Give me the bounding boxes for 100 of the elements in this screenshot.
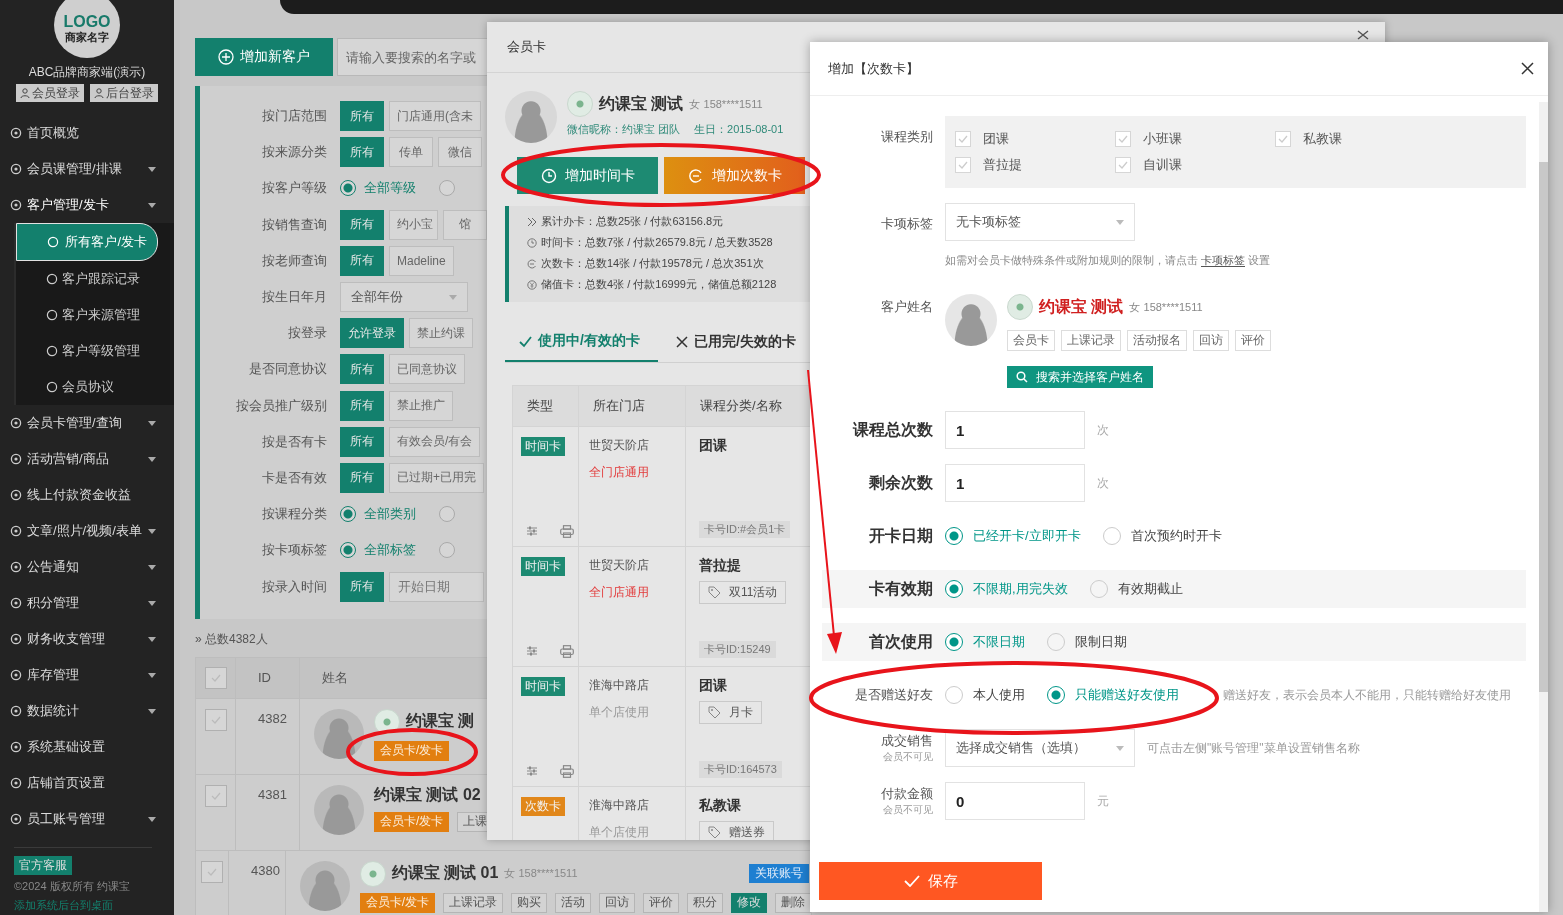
desktop-link[interactable]: 添加系统后台到桌面	[14, 898, 113, 913]
tab[interactable]: 已用完/失效的卡	[671, 322, 800, 362]
filter-option[interactable]: 禁止推广	[389, 390, 453, 421]
filter-option[interactable]: 所有	[340, 245, 384, 276]
filter-option[interactable]: 所有	[340, 209, 384, 240]
filter-option[interactable]: 所有	[340, 137, 384, 168]
radio-option[interactable]	[439, 180, 455, 197]
action-button[interactable]: 购买	[511, 892, 547, 913]
action-button[interactable]: 积分	[687, 892, 723, 913]
card-tag-link[interactable]: 卡项标签	[1201, 254, 1246, 267]
radio-option[interactable]: 首次预约时开卡	[1102, 527, 1222, 545]
nav-item[interactable]: 首页概览	[0, 115, 174, 151]
customer-name[interactable]: 约课宝 测	[406, 711, 475, 733]
sales-select[interactable]: 选择成交销售（选填）	[945, 729, 1135, 767]
save-button[interactable]: 保存	[819, 862, 1042, 900]
filter-option[interactable]: 所有	[340, 101, 384, 132]
submenu-item[interactable]: 所有客户/发卡	[16, 223, 158, 261]
nav-item[interactable]: 系统基础设置	[0, 729, 174, 765]
nav-item[interactable]: 线上付款资金收益	[0, 477, 174, 513]
filter-option[interactable]: 已过期+已用完	[389, 462, 484, 493]
radio-option[interactable]: 不限日期	[945, 633, 1025, 651]
login-button[interactable]: 会员登录	[16, 84, 84, 102]
customer-link-button[interactable]: 会员卡	[1007, 330, 1055, 351]
filter-option[interactable]: 微信	[438, 137, 482, 168]
add-card-button[interactable]: 增加次数卡	[664, 157, 805, 194]
filter-option[interactable]: 有效会员/有会	[389, 426, 481, 457]
nav-item[interactable]: 财务收支管理	[0, 621, 174, 657]
filter-option[interactable]: 约小宝	[389, 209, 438, 240]
date-field[interactable]: 开始日期	[389, 571, 484, 602]
tab[interactable]: 使用中/有效的卡	[505, 322, 658, 362]
filter-option[interactable]: 所有	[340, 462, 384, 493]
action-button[interactable]: 上课记录	[443, 892, 503, 913]
action-button[interactable]: 删除	[775, 892, 811, 913]
action-button[interactable]: 回访	[599, 892, 635, 913]
radio-option[interactable]	[439, 542, 455, 559]
filter-option[interactable]: 馆	[443, 209, 487, 240]
checkbox[interactable]	[204, 666, 227, 689]
checkbox[interactable]	[204, 708, 227, 731]
filter-option[interactable]: 所有	[340, 354, 384, 385]
customer-link-button[interactable]: 活动报名	[1127, 330, 1187, 351]
action-button[interactable]: 评价	[643, 892, 679, 913]
login-button[interactable]: 后台登录	[90, 84, 158, 102]
filter-option[interactable]: 已同意协议	[389, 354, 465, 385]
nav-item[interactable]: 文章/照片/视频/表单	[0, 513, 174, 549]
radio-option[interactable]: 已经开卡/立即开卡	[945, 527, 1081, 545]
customer-link-button[interactable]: 上课记录	[1061, 330, 1121, 351]
sliders-icon[interactable]	[526, 765, 538, 777]
submenu-item[interactable]: 客户等级管理	[30, 333, 158, 369]
card-tag-select[interactable]: 无卡项标签	[945, 203, 1135, 241]
submenu-item[interactable]: 客户来源管理	[30, 297, 158, 333]
checkbox-option[interactable]: 小班课	[1115, 130, 1275, 148]
linked-account-badge[interactable]: 关联账号	[749, 864, 809, 884]
filter-option[interactable]: 禁止约课	[409, 318, 473, 349]
submenu-item[interactable]: 会员协议	[30, 369, 158, 405]
nav-item[interactable]: 店铺首页设置	[0, 765, 174, 801]
nav-item[interactable]: 库存管理	[0, 657, 174, 693]
radio-option[interactable]: 只能赠送好友使用	[1047, 686, 1179, 704]
checkbox-option[interactable]: 普拉提	[955, 156, 1115, 174]
close-icon[interactable]	[1521, 62, 1534, 75]
add-customer-button[interactable]: 增加新客户	[195, 38, 333, 76]
action-button[interactable]: 活动	[555, 892, 591, 913]
customer-name[interactable]: 约课宝 测试 01	[391, 863, 499, 885]
customer-link-button[interactable]: 回访	[1193, 330, 1229, 351]
nav-item[interactable]: 会员课管理/排课	[0, 151, 174, 187]
radio-option[interactable]: 不限期,用完失效	[945, 580, 1068, 598]
nav-item[interactable]: 员工账号管理	[0, 801, 174, 837]
customer-name[interactable]: 约课宝 测试 02	[374, 784, 481, 806]
nav-item[interactable]: 数据统计	[0, 693, 174, 729]
radio-option[interactable]: 全部类别	[340, 505, 416, 524]
printer-icon[interactable]	[560, 645, 574, 658]
sliders-icon[interactable]	[526, 525, 538, 537]
nav-item[interactable]: 客户管理/发卡	[0, 187, 174, 223]
radio-option[interactable]: 全部标签	[340, 541, 416, 560]
filter-option[interactable]: Madeline	[389, 245, 454, 276]
checkbox[interactable]	[204, 784, 227, 807]
search-customer-button[interactable]: 搜索并选择客户姓名	[1007, 366, 1153, 388]
count-input[interactable]: 1	[945, 464, 1085, 502]
filter-option[interactable]: 传单	[389, 137, 433, 168]
sliders-icon[interactable]	[526, 645, 538, 657]
count-input[interactable]: 1	[945, 411, 1085, 449]
checkbox-option[interactable]: 私教课	[1275, 130, 1435, 148]
nav-item[interactable]: 会员卡管理/查询	[0, 405, 174, 441]
close-icon[interactable]	[1357, 30, 1369, 40]
radio-option[interactable]	[439, 506, 455, 523]
action-button[interactable]: 修改	[731, 892, 767, 913]
amount-input[interactable]: 0	[945, 782, 1085, 820]
filter-option[interactable]: 允许登录	[340, 318, 404, 349]
nav-item[interactable]: 公告通知	[0, 549, 174, 585]
filter-option[interactable]: 所有	[340, 426, 384, 457]
support-badge[interactable]: 官方客服	[14, 856, 72, 875]
radio-option[interactable]: 限制日期	[1047, 633, 1127, 651]
nav-item[interactable]: 积分管理	[0, 585, 174, 621]
printer-icon[interactable]	[560, 765, 574, 778]
checkbox-option[interactable]: 自训课	[1115, 156, 1275, 174]
filter-option[interactable]: 所有	[340, 571, 384, 602]
submenu-item[interactable]: 客户跟踪记录	[30, 261, 158, 297]
radio-option[interactable]: 全部等级	[340, 179, 416, 198]
printer-icon[interactable]	[560, 525, 574, 538]
checkbox[interactable]	[201, 860, 223, 883]
filter-option[interactable]: 门店通用(含未	[389, 101, 481, 132]
